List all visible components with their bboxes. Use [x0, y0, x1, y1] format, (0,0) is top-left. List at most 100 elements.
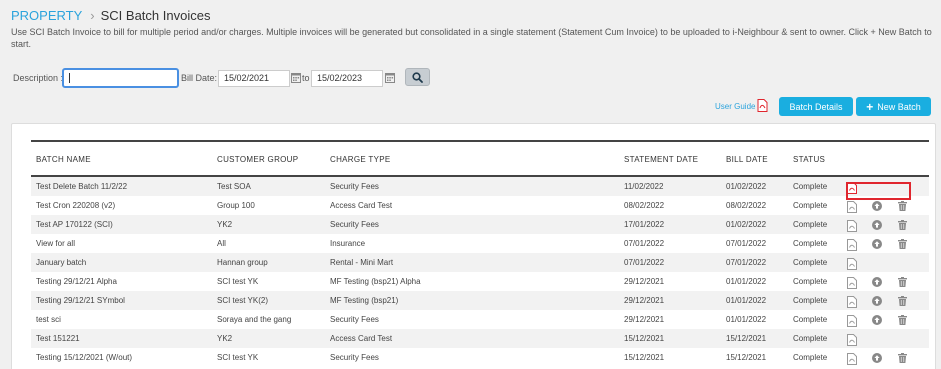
- status-cell: Complete: [793, 296, 828, 305]
- pdf-icon[interactable]: [847, 353, 857, 367]
- upload-icon[interactable]: [872, 239, 882, 251]
- pdf-icon[interactable]: [847, 239, 857, 253]
- description-input[interactable]: [62, 68, 179, 88]
- trash-icon[interactable]: [898, 277, 907, 289]
- bill-date-cell: 01/01/2022: [726, 277, 767, 286]
- upload-icon[interactable]: [872, 315, 882, 327]
- trash-icon[interactable]: [898, 296, 907, 308]
- pdf-icon[interactable]: [847, 334, 857, 348]
- batch-name-cell: Test 151221: [36, 334, 80, 343]
- upload-icon[interactable]: [872, 353, 882, 365]
- bill-date-from-input[interactable]: 15/02/2021: [218, 70, 290, 87]
- batch-name-cell: View for all: [36, 239, 75, 248]
- upload-icon[interactable]: [872, 277, 882, 289]
- statement-date-cell: 08/02/2022: [624, 201, 665, 210]
- table-row: View for all All Insurance 07/01/2022 07…: [31, 234, 929, 253]
- user-guide-link[interactable]: User Guide: [715, 102, 755, 111]
- customer-group-cell: SCI test YK(2): [217, 296, 268, 305]
- bill-date-cell: 01/02/2022: [726, 220, 767, 229]
- charge-type-cell: Insurance: [330, 239, 366, 248]
- pdf-icon[interactable]: [847, 315, 857, 329]
- batch-name-cell: January batch: [36, 258, 87, 267]
- batch-name-cell: Test AP 170122 (SCI): [36, 220, 113, 229]
- status-cell: Complete: [793, 353, 828, 362]
- table-body: Test Delete Batch 11/2/22 Test SOA Secur…: [31, 177, 929, 367]
- charge-type-cell: Security Fees: [330, 353, 379, 362]
- bill-date-cell: 07/01/2022: [726, 239, 767, 248]
- text-cursor: [69, 73, 70, 83]
- new-batch-button[interactable]: + New Batch: [856, 97, 931, 116]
- table-row: Testing 15/12/2021 (W/out) SCI test YK S…: [31, 348, 929, 367]
- pdf-icon[interactable]: [847, 296, 857, 310]
- customer-group-cell: Group 100: [217, 201, 255, 210]
- status-cell: Complete: [793, 220, 828, 229]
- charge-type-cell: MF Testing (bsp21): [330, 296, 399, 305]
- batch-name-cell: Testing 29/12/21 Alpha: [36, 277, 117, 286]
- table-row: Test Delete Batch 11/2/22 Test SOA Secur…: [31, 177, 929, 200]
- statement-date-cell: 29/12/2021: [624, 277, 665, 286]
- trash-icon[interactable]: [898, 220, 907, 232]
- col-charge-type[interactable]: CHARGE TYPE: [330, 155, 391, 164]
- pdf-icon[interactable]: [847, 201, 857, 215]
- statement-date-cell: 15/12/2021: [624, 334, 665, 343]
- bill-date-cell: 01/01/2022: [726, 296, 767, 305]
- col-batch-name[interactable]: BATCH NAME: [36, 155, 91, 164]
- breadcrumb: PROPERTY › SCI Batch Invoices: [11, 8, 210, 23]
- pdf-icon[interactable]: [757, 99, 768, 117]
- calendar-icon[interactable]: [385, 72, 395, 83]
- status-cell: Complete: [793, 277, 828, 286]
- trash-icon[interactable]: [898, 353, 907, 365]
- search-icon: [412, 71, 423, 83]
- status-cell: Complete: [793, 182, 828, 191]
- bill-date-cell: 07/01/2022: [726, 258, 767, 267]
- col-status[interactable]: STATUS: [793, 155, 825, 164]
- customer-group-cell: SCI test YK: [217, 277, 259, 286]
- upload-icon[interactable]: [872, 201, 882, 213]
- batch-table: BATCH NAME CUSTOMER GROUP CHARGE TYPE ST…: [31, 140, 929, 367]
- trash-icon[interactable]: [898, 315, 907, 327]
- status-cell: Complete: [793, 201, 828, 210]
- col-customer-group[interactable]: CUSTOMER GROUP: [217, 155, 298, 164]
- batch-name-cell: Test Delete Batch 11/2/22: [36, 182, 128, 191]
- charge-type-cell: Security Fees: [330, 182, 379, 191]
- bill-date-label: Bill Date:: [181, 73, 218, 83]
- status-cell: Complete: [793, 258, 828, 267]
- batch-details-button[interactable]: Batch Details: [779, 97, 853, 116]
- pdf-icon[interactable]: [847, 258, 857, 272]
- pdf-icon[interactable]: [847, 277, 857, 291]
- table-row: Test Cron 220208 (v2) Group 100 Access C…: [31, 196, 929, 215]
- table-header: BATCH NAME CUSTOMER GROUP CHARGE TYPE ST…: [31, 140, 929, 177]
- description-label: Description :: [13, 73, 64, 83]
- pdf-icon[interactable]: [847, 220, 857, 234]
- filter-bar: Description : Bill Date: 15/02/2021 to 1…: [13, 68, 443, 88]
- charge-type-cell: Security Fees: [330, 315, 379, 324]
- statement-date-cell: 29/12/2021: [624, 315, 665, 324]
- table-row: Test AP 170122 (SCI) YK2 Security Fees 1…: [31, 215, 929, 234]
- trash-icon[interactable]: [898, 239, 907, 251]
- table-row: test sci Soraya and the gang Security Fe…: [31, 310, 929, 329]
- batch-name-cell: test sci: [36, 315, 61, 324]
- bill-date-cell: 01/02/2022: [726, 182, 767, 191]
- upload-icon[interactable]: [872, 296, 882, 308]
- status-cell: Complete: [793, 315, 828, 324]
- col-statement-date[interactable]: STATEMENT DATE: [624, 155, 698, 164]
- charge-type-cell: MF Testing (bsp21) Alpha: [330, 277, 421, 286]
- trash-icon[interactable]: [898, 201, 907, 213]
- col-bill-date[interactable]: BILL DATE: [726, 155, 768, 164]
- upload-icon[interactable]: [872, 220, 882, 232]
- table-row: Testing 29/12/21 SYmbol SCI test YK(2) M…: [31, 291, 929, 310]
- charge-type-cell: Security Fees: [330, 220, 379, 229]
- page-title: SCI Batch Invoices: [100, 8, 211, 23]
- plus-icon: +: [866, 99, 874, 114]
- bill-date-to-input[interactable]: 15/02/2023: [311, 70, 383, 87]
- bill-date-cell: 15/12/2021: [726, 334, 767, 343]
- batch-panel: BATCH NAME CUSTOMER GROUP CHARGE TYPE ST…: [11, 123, 936, 369]
- batch-name-cell: Testing 29/12/21 SYmbol: [36, 296, 125, 305]
- customer-group-cell: YK2: [217, 220, 233, 229]
- search-button[interactable]: [405, 68, 430, 86]
- calendar-icon[interactable]: [291, 72, 301, 83]
- breadcrumb-root-link[interactable]: PROPERTY: [11, 8, 82, 23]
- charge-type-cell: Access Card Test: [330, 334, 393, 343]
- statement-date-cell: 07/01/2022: [624, 239, 665, 248]
- customer-group-cell: Soraya and the gang: [217, 315, 292, 324]
